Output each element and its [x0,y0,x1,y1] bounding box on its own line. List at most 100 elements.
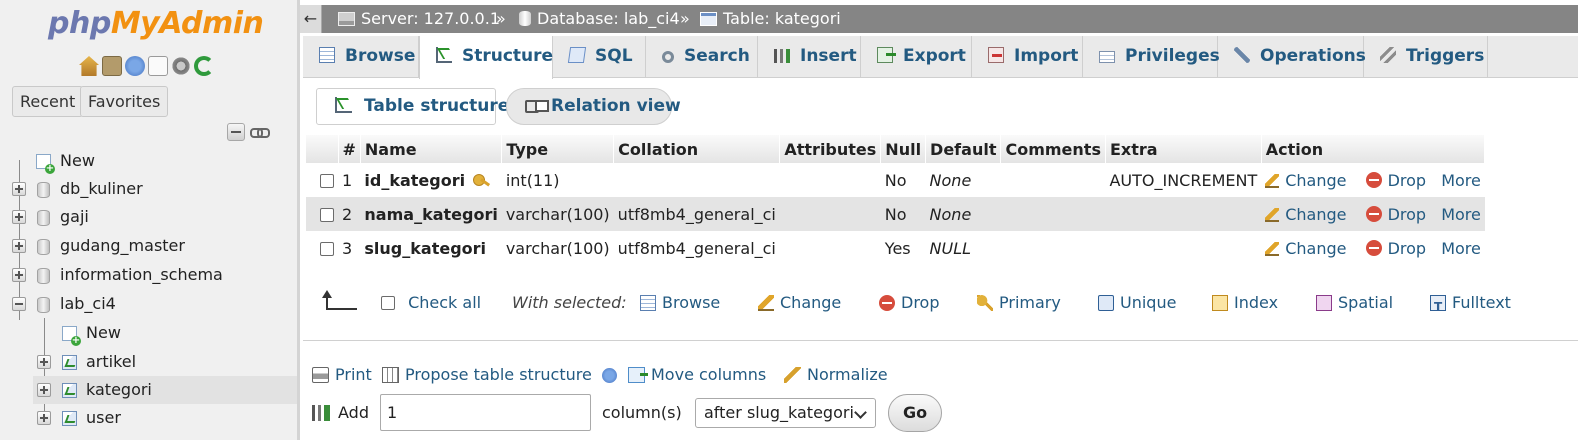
collapse-all-icon[interactable] [227,123,245,141]
documentation-icon[interactable] [148,56,168,76]
bulk-fulltext-button[interactable]: Fulltext [1430,290,1511,320]
browse-icon [319,47,335,63]
tree-item-artikel[interactable]: artikel [0,348,297,376]
normalize-label: Normalize [807,365,888,384]
help-icon[interactable] [601,368,617,383]
tab-label: Export [903,46,966,66]
tab-sql[interactable]: SQL [553,36,646,78]
field-collation: utf8mb4_general_ci [613,231,780,265]
field-attributes [779,197,881,231]
column-header-name[interactable]: Name [360,135,503,163]
drop-link[interactable]: Drop [1365,171,1426,190]
tab-export[interactable]: Export [861,36,972,78]
breadcrumb-server[interactable]: Server: 127.0.0.1 [338,5,500,33]
move-columns-icon [628,367,648,383]
subtab-relation-view[interactable]: Relation view [506,88,681,125]
tree-item-gudang_master[interactable]: gudang_master [0,232,297,260]
normalize-link[interactable]: Normalize [784,362,888,388]
row-checkbox[interactable] [320,173,334,188]
tab-browse[interactable]: Browse [303,36,419,78]
more-dropdown[interactable]: More [1441,205,1481,224]
reload-icon[interactable] [194,56,214,76]
expand-icon[interactable] [12,268,26,282]
expand-icon[interactable] [12,182,26,196]
column-header-type[interactable]: Type [501,135,615,163]
tree-item-db_kuliner[interactable]: db_kuliner [0,175,297,203]
database-icon [37,239,50,255]
expand-icon[interactable] [37,355,51,369]
tab-triggers[interactable]: Triggers [1364,36,1488,78]
tab-import[interactable]: Import [972,36,1083,78]
drop-link[interactable]: Drop [1365,238,1427,258]
more-dropdown[interactable]: More [1441,239,1481,258]
link-with-main-icon[interactable] [250,123,270,141]
logout-icon[interactable] [102,56,122,76]
help-icon[interactable] [125,56,145,76]
drop-label: Drop [1387,238,1427,258]
column-header-collation[interactable]: Collation [613,135,781,163]
row-checkbox[interactable] [320,241,334,256]
subtab-table-structure[interactable]: Table structure [316,88,509,125]
field-name: nama_kategori [360,197,502,231]
tree-item-new-database[interactable]: New [0,147,297,175]
propose-structure-link[interactable]: Propose table structure [382,362,623,388]
tab-insert[interactable]: Insert [758,36,861,78]
recent-button[interactable]: Recent [12,86,84,117]
tab-operations[interactable]: Operations [1218,36,1366,78]
expand-icon[interactable] [12,239,26,253]
check-all[interactable]: Check all [381,290,481,316]
column-header-extra[interactable]: Extra [1105,135,1262,163]
bulk-action-label: Index [1234,293,1279,312]
more-dropdown[interactable]: More [1441,171,1481,190]
phpmyadmin-logo[interactable]: phpMyAdmin [48,6,264,41]
bulk-spatial-button[interactable]: Spatial [1316,290,1393,316]
tab-label: Operations [1260,46,1366,66]
check-all-label[interactable]: Check all [408,293,481,312]
column-header-null[interactable]: Null [880,135,927,163]
bulk-browse-button[interactable]: Browse [640,290,720,316]
settings-gear-icon[interactable] [171,56,191,76]
home-icon[interactable] [79,56,99,76]
bulk-index-button[interactable]: Index [1212,290,1278,316]
change-link[interactable]: Change [1265,171,1347,190]
drop-link[interactable]: Drop [1365,205,1426,224]
tree-item-label: db_kuliner [60,179,143,198]
bulk-drop-button[interactable]: Drop [879,290,940,316]
breadcrumb-database[interactable]: Database: lab_ci4 [519,5,680,33]
move-columns-link[interactable]: Move columns [628,362,766,388]
change-link[interactable]: Change [1265,239,1347,258]
expand-icon[interactable] [37,383,51,397]
tree-item-lab_ci4[interactable]: lab_ci4 [0,290,297,318]
tab-privileges[interactable]: Privileges [1083,36,1220,78]
back-arrow-icon[interactable]: ← [300,5,322,33]
tree-item-information_schema[interactable]: information_schema [0,261,297,289]
bulk-unique-button[interactable]: Unique [1098,290,1176,316]
check-all-checkbox[interactable] [381,296,395,310]
tree-item-gaji[interactable]: gaji [0,203,297,231]
field-null: No [880,197,926,231]
row-actions: Change Drop More [1261,163,1485,197]
row-checkbox[interactable] [320,207,334,222]
tree-item-new-table[interactable]: New [0,319,297,347]
column-header-attributes[interactable]: Attributes [779,135,882,163]
column-header-default[interactable]: Default [925,135,1002,163]
tab-search[interactable]: Search [646,36,758,78]
change-link[interactable]: Change [1265,205,1347,224]
column-header-comments[interactable]: Comments [1000,135,1106,163]
expand-icon[interactable] [37,411,51,425]
tree-item-kategori[interactable]: kategori [33,376,297,404]
database-icon [37,297,50,313]
bulk-primary-button[interactable]: Primary [977,290,1061,316]
column-position-select[interactable]: after slug_kategori [695,398,876,428]
field-name-text: nama_kategori [364,204,498,224]
favorites-button[interactable]: Favorites [80,86,169,117]
expand-icon[interactable] [12,210,26,224]
tree-item-user[interactable]: user [0,404,297,432]
bulk-change-button[interactable]: Change [758,290,841,316]
column-count-input[interactable]: 1 [380,394,591,431]
breadcrumb-table[interactable]: Table: kategori [700,5,841,33]
tab-structure[interactable]: Structure [419,36,553,79]
collapse-icon[interactable] [12,297,26,311]
go-button[interactable]: Go [888,394,942,432]
print-link[interactable]: Print [312,362,372,388]
